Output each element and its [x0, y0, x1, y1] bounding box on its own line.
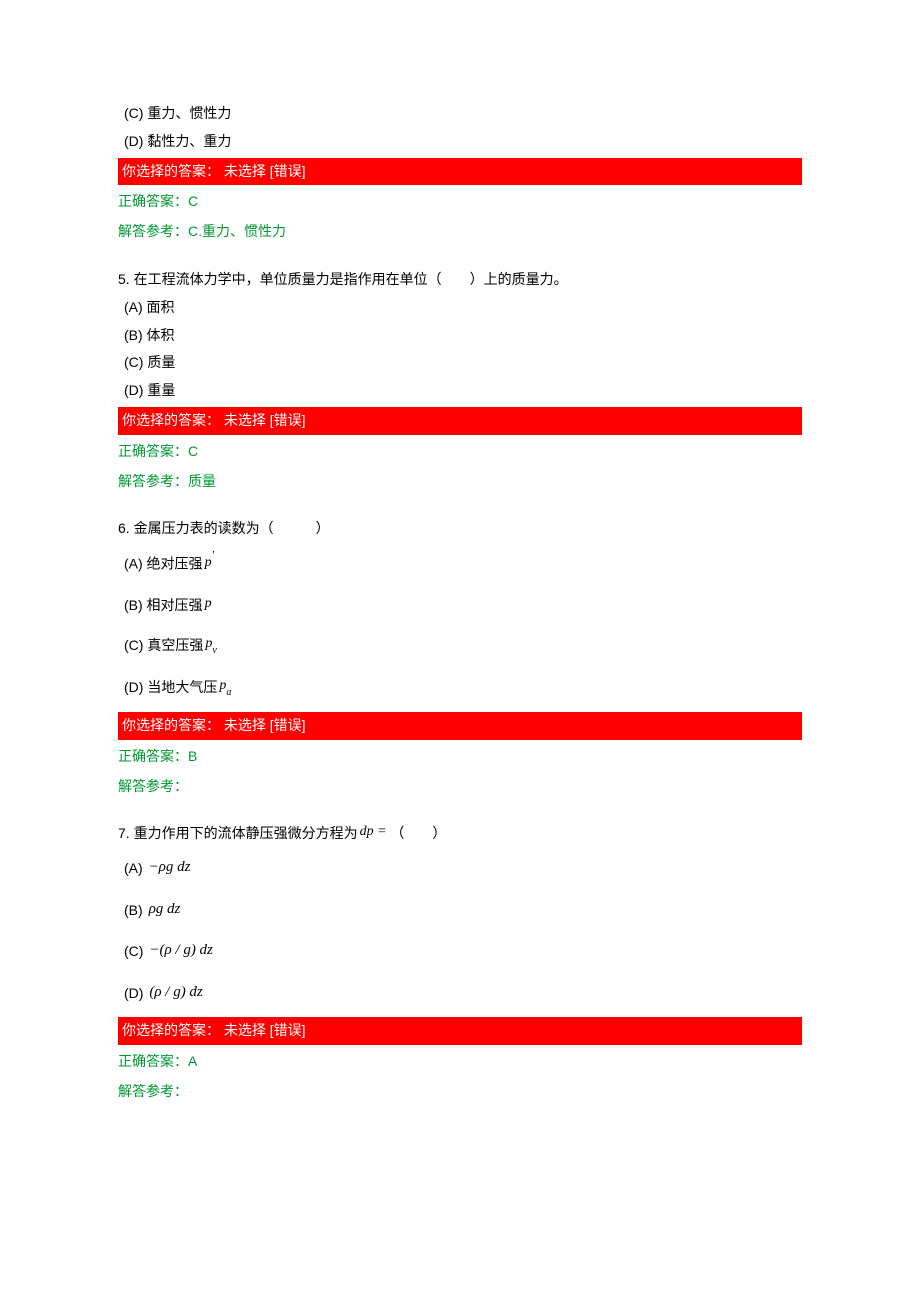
q5-error-bar: 你选择的答案： 未选择 [错误] [118, 407, 802, 435]
q7-option-a-math: −ρg dz [147, 859, 191, 875]
q6-option-c-label: (C) 真空压强 [124, 637, 203, 653]
q6-option-c-symbol: pv [203, 636, 216, 651]
q5-option-a: (A) 面积 [118, 294, 802, 322]
q7-option-d: (D) (ρ / g) dz [118, 974, 802, 1016]
q7-option-b: (B) ρg dz [118, 891, 802, 933]
q7-option-d-label: (D) [124, 985, 147, 1001]
q6-option-b-symbol: p [203, 596, 212, 611]
q6-option-d-label: (D) 当地大气压 [124, 679, 217, 695]
q6-option-c: (C) 真空压强pv [118, 626, 802, 668]
q6-option-d-symbol: pa [217, 678, 231, 693]
q7-prompt-post: （ ） [387, 825, 447, 841]
q7-option-b-label: (B) [124, 902, 147, 918]
q6-correct-answer: 正确答案：B [118, 742, 802, 772]
q5-prompt: 5. 在工程流体力学中，单位质量力是指作用在单位（ ）上的质量力。 [118, 264, 802, 294]
q4-correct-answer: 正确答案：C [118, 187, 802, 217]
q6-option-b: (B) 相对压强p [118, 586, 802, 627]
q6-option-b-label: (B) 相对压强 [124, 597, 203, 613]
q6-option-a-label: (A) 绝对压强 [124, 556, 203, 572]
q5-option-b: (B) 体积 [118, 322, 802, 350]
q7-prompt-pre: 7. 重力作用下的流体静压强微分方程为 [118, 825, 358, 841]
q4-option-c: (C) 重力、惯性力 [118, 100, 802, 128]
q7-error-bar: 你选择的答案： 未选择 [错误] [118, 1017, 802, 1045]
q6-option-a-symbol: p' [203, 555, 214, 570]
q4-explain: 解答参考：C.重力、惯性力 [118, 217, 802, 254]
q7-prompt-math: dp = [358, 824, 387, 839]
q7-explain: 解答参考： [118, 1077, 802, 1114]
q6-error-bar: 你选择的答案： 未选择 [错误] [118, 712, 802, 740]
q7-option-d-math: (ρ / g) dz [147, 984, 202, 1000]
q5-option-c: (C) 质量 [118, 349, 802, 377]
q4-option-d: (D) 黏性力、重力 [118, 128, 802, 156]
q7-correct-answer: 正确答案：A [118, 1047, 802, 1077]
q7-option-c-math: −(ρ / g) dz [147, 942, 213, 958]
q5-explain: 解答参考：质量 [118, 467, 802, 504]
q4-error-bar: 你选择的答案： 未选择 [错误] [118, 158, 802, 186]
q6-option-d: (D) 当地大气压pa [118, 668, 802, 710]
q7-option-b-math: ρg dz [147, 901, 181, 917]
q7-option-a: (A) −ρg dz [118, 849, 802, 891]
q6-option-a: (A) 绝对压强p' [118, 543, 802, 585]
q6-explain: 解答参考： [118, 772, 802, 809]
q7-option-c-label: (C) [124, 943, 147, 959]
q5-correct-answer: 正确答案：C [118, 437, 802, 467]
q7-option-a-label: (A) [124, 860, 147, 876]
q7-option-c: (C) −(ρ / g) dz [118, 932, 802, 974]
q5-option-d: (D) 重量 [118, 377, 802, 405]
q6-prompt: 6. 金属压力表的读数为（ ） [118, 513, 802, 543]
q7-prompt: 7. 重力作用下的流体静压强微分方程为dp = （ ） [118, 818, 802, 849]
